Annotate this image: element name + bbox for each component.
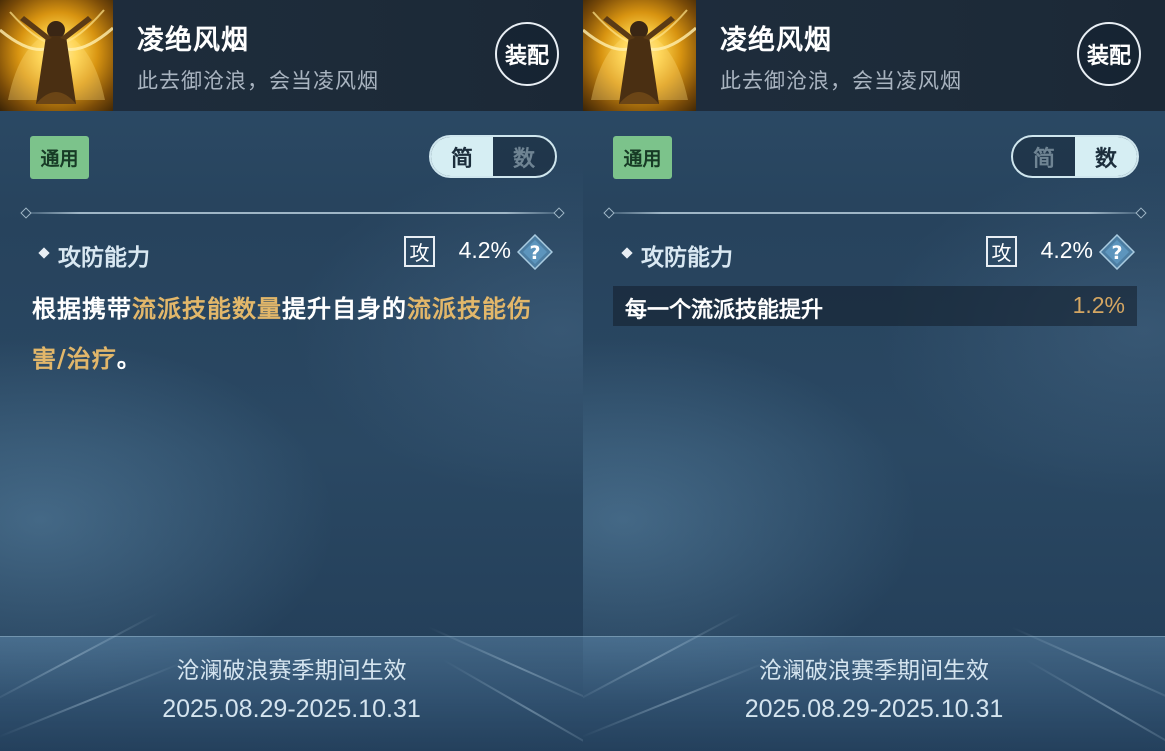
tab-detail[interactable]: 数 xyxy=(493,137,555,176)
stat-row: 攻防能力 攻 4.2% ? xyxy=(619,232,1139,276)
monk-golden-aura-icon xyxy=(0,0,113,111)
season-footer: 沧澜破浪赛季期间生效 2025.08.29-2025.10.31 xyxy=(583,612,1165,751)
stat-name: 攻防能力 xyxy=(641,244,733,271)
diamond-bullet-icon xyxy=(38,247,50,259)
skill-title: 凌绝风烟 xyxy=(137,25,249,56)
season-dates: 2025.08.29-2025.10.31 xyxy=(744,695,1004,723)
desc-text: 提升自身的 xyxy=(282,294,407,323)
skill-description: 根据携带流派技能数量提升自身的流派技能伤害/治疗。 xyxy=(32,284,547,384)
season-dates: 2025.08.29-2025.10.31 xyxy=(162,695,421,723)
mode-toggle[interactable]: 简 数 xyxy=(429,135,557,178)
monk-golden-aura-icon xyxy=(583,0,696,111)
skill-subtitle: 此去御沧浪，会当凌风烟 xyxy=(720,69,962,93)
stat-row: 攻防能力 攻 4.2% ? xyxy=(36,232,557,276)
svg-text:?: ? xyxy=(529,242,540,264)
season-label: 沧澜破浪赛季期间生效 xyxy=(176,658,407,684)
svg-text:?: ? xyxy=(1111,242,1122,264)
general-tag: 通用 xyxy=(613,136,672,179)
desc-highlight: 流派技能数量 xyxy=(132,294,282,323)
stat-value: 4.2% xyxy=(458,237,511,263)
detail-value: 1.2% xyxy=(1072,292,1125,318)
equip-button[interactable]: 装配 xyxy=(495,22,559,86)
skill-panel-simple: 凌绝风烟 此去御沧浪，会当凌风烟 装配 通用 简 数 攻防能力 攻 4.2% ?… xyxy=(0,0,583,751)
season-footer: 沧澜破浪赛季期间生效 2025.08.29-2025.10.31 xyxy=(0,612,583,751)
divider xyxy=(609,212,1141,214)
skill-header: 凌绝风烟 此去御沧浪，会当凌风烟 装配 xyxy=(583,0,1165,111)
detail-label: 每一个流派技能提升 xyxy=(625,297,824,323)
tab-simple[interactable]: 简 xyxy=(431,137,493,176)
stat-name: 攻防能力 xyxy=(58,244,150,271)
mode-toggle[interactable]: 简 数 xyxy=(1011,135,1139,178)
season-label: 沧澜破浪赛季期间生效 xyxy=(759,658,989,684)
desc-text: 。 xyxy=(116,344,142,373)
skill-header: 凌绝风烟 此去御沧浪，会当凌风烟 装配 xyxy=(0,0,583,111)
tab-detail[interactable]: 数 xyxy=(1075,137,1137,176)
attack-badge: 攻 xyxy=(986,236,1017,267)
tab-simple[interactable]: 简 xyxy=(1013,137,1075,176)
general-tag: 通用 xyxy=(30,136,89,179)
skill-title: 凌绝风烟 xyxy=(720,25,832,56)
help-icon[interactable]: ? xyxy=(1098,233,1136,271)
skill-subtitle: 此去御沧浪，会当凌风烟 xyxy=(137,69,379,93)
stat-value: 4.2% xyxy=(1040,237,1093,263)
diamond-bullet-icon xyxy=(621,247,633,259)
desc-text: 根据携带 xyxy=(32,294,132,323)
attack-badge: 攻 xyxy=(404,236,435,267)
detail-row: 每一个流派技能提升 1.2% xyxy=(613,286,1137,326)
equip-button[interactable]: 装配 xyxy=(1077,22,1141,86)
help-icon[interactable]: ? xyxy=(516,233,554,271)
divider xyxy=(26,212,559,214)
skill-panel-detail: 凌绝风烟 此去御沧浪，会当凌风烟 装配 通用 简 数 攻防能力 攻 4.2% ?… xyxy=(583,0,1165,751)
